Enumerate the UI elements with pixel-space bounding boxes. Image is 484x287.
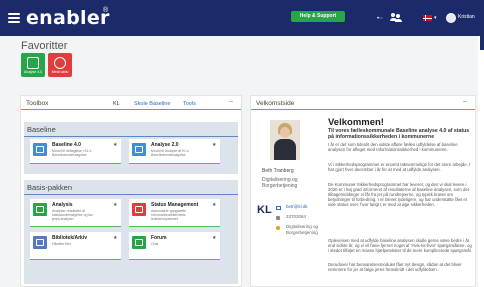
section-title: Basis-pakken [27, 183, 73, 192]
module-icon [132, 236, 146, 249]
welcome-paragraph: Derudover har benvarelsesmodulet fået ny… [328, 262, 462, 272]
module-card-analysis[interactable]: Analysis Analyser resultatet af statusun… [30, 199, 121, 227]
tab-skole-baseline[interactable]: Skole Baseline [134, 101, 170, 107]
toolbox-title: Toolbox [26, 100, 49, 107]
card-desc: Chat [151, 242, 159, 246]
welcome-paragraph: I år er det som tidenlit den sidste affø… [328, 142, 458, 152]
welcome-paragraph: De Kommuner Sikkerhedsprogrammet har lev… [328, 182, 469, 207]
header-divider [251, 109, 475, 110]
card-title: Status Management [151, 202, 199, 208]
module-card-baseline[interactable]: Baseline 4.0 Modul til deltagelse i KL's… [30, 139, 121, 164]
card-title: Forum [151, 235, 167, 241]
module-icon [132, 203, 146, 216]
location-pin-icon [276, 226, 280, 230]
kl-logo: KL [257, 204, 272, 216]
favorite-analyse-tile[interactable]: Analyse 4.0 [21, 53, 45, 77]
module-card-bibliotek[interactable]: Bibliotek/Arkiv Håndter filer ★ [30, 232, 121, 260]
minimize-icon[interactable]: – [229, 98, 233, 105]
minimize-icon[interactable]: – [463, 98, 467, 105]
section-baseline: Baseline Baseline 4.0 Modul til deltagel… [24, 122, 238, 174]
phone-icon [276, 216, 280, 220]
welcome-paragraph: Opleveisen med at udfylde baseline analy… [328, 238, 472, 253]
language-flag-icon[interactable] [423, 15, 432, 21]
section-divider [24, 194, 238, 195]
welcome-title: Velkommen! [328, 117, 384, 128]
user-avatar[interactable] [446, 13, 456, 23]
favorite-mestt-tile[interactable]: Mestt aktiv [48, 53, 72, 77]
menu-icon[interactable] [8, 13, 20, 23]
welcome-header: Velkomstside – [251, 96, 475, 110]
card-desc: Modul til Analyse af KL's Baselineunders… [151, 149, 189, 157]
card-desc: Modul til deltagelse i KL's Baselineunde… [52, 149, 92, 157]
welcome-panel-title: Velkomstside [256, 100, 295, 107]
favorites-title: Favoritter [21, 40, 68, 52]
card-title: Analysis [52, 202, 73, 208]
user-name[interactable]: Kristian [458, 14, 475, 20]
module-icon [132, 143, 146, 156]
contact-role: Digitalisering og Borgerbetjening [262, 177, 298, 189]
card-desc: Håndter filer [52, 242, 72, 246]
toolbox-panel: Toolbox KL Skole Baseline Tools – Baseli… [20, 95, 242, 287]
email-icon [276, 206, 281, 210]
module-card-forum[interactable]: Forum Chat ★ [129, 232, 220, 260]
contact-name: Beth Tranberg [262, 168, 294, 174]
section-title: Baseline [27, 125, 56, 134]
welcome-paragraph: Vi i Sikkerhedsprogrammet er enormt takn… [328, 162, 471, 172]
contact-photo [270, 120, 300, 160]
header-divider [21, 109, 241, 110]
right-sidebar-handle[interactable] [480, 36, 484, 50]
help-support-button[interactable]: Help & Support [291, 11, 345, 22]
contact-department: Digitalisering og Borgerbetjening [286, 224, 319, 235]
language-caret-icon[interactable]: ▾ [434, 15, 437, 21]
card-desc: Administrér gangsætte Informationsikkerh… [151, 209, 187, 221]
card-title: Baseline 4.0 [52, 142, 81, 148]
module-card-status-management[interactable]: Status Management Administrér gangsætte … [129, 199, 220, 227]
top-navigation-bar: enabler ® Help & Support •⋅⋅ ▾ Kristian [0, 0, 484, 36]
users-icon[interactable] [390, 13, 402, 22]
module-icon [33, 236, 47, 249]
card-desc: Analyser resultatet af statusundersøgels… [52, 209, 93, 221]
app-logo[interactable]: enabler [26, 7, 110, 29]
module-icon [33, 143, 47, 156]
favorite-star-icon[interactable]: ★ [212, 202, 216, 208]
tab-kl[interactable]: KL [113, 101, 120, 107]
module-card-analyse[interactable]: Analyse 2.0 Modul til Analyse af KL's Ba… [129, 139, 220, 164]
toolbox-header: Toolbox KL Skole Baseline Tools – [21, 96, 241, 110]
tab-tools[interactable]: Tools [183, 101, 196, 107]
chart-pie-icon [54, 57, 66, 69]
right-sidebar-edge [478, 36, 484, 287]
section-basis-pakken: Basis-pakken Analysis Analyser resultate… [24, 180, 238, 284]
contact-email[interactable]: betr@kl.dk [286, 204, 308, 210]
signal-icon[interactable]: •⋅⋅ [377, 15, 383, 22]
favorite-star-icon[interactable]: ★ [113, 202, 117, 208]
favorite-star-icon[interactable]: ★ [212, 235, 216, 241]
favorite-star-icon[interactable]: ★ [113, 142, 117, 148]
section-divider [24, 136, 238, 137]
window-icon [27, 57, 39, 69]
favorite-label: Mestt aktiv [51, 70, 69, 74]
favorite-star-icon[interactable]: ★ [212, 142, 216, 148]
logo-trademark: ® [103, 7, 109, 14]
favorite-label: Analyse 4.0 [23, 70, 43, 74]
favorite-star-icon[interactable]: ★ [113, 235, 117, 241]
welcome-subtitle: Til vores fælleskommunale Baseline analy… [328, 128, 470, 140]
card-title: Bibliotek/Arkiv [52, 235, 88, 241]
contact-phone[interactable]: 33703064 [286, 214, 306, 220]
card-title: Analyse 2.0 [151, 142, 179, 148]
module-icon [33, 203, 47, 216]
